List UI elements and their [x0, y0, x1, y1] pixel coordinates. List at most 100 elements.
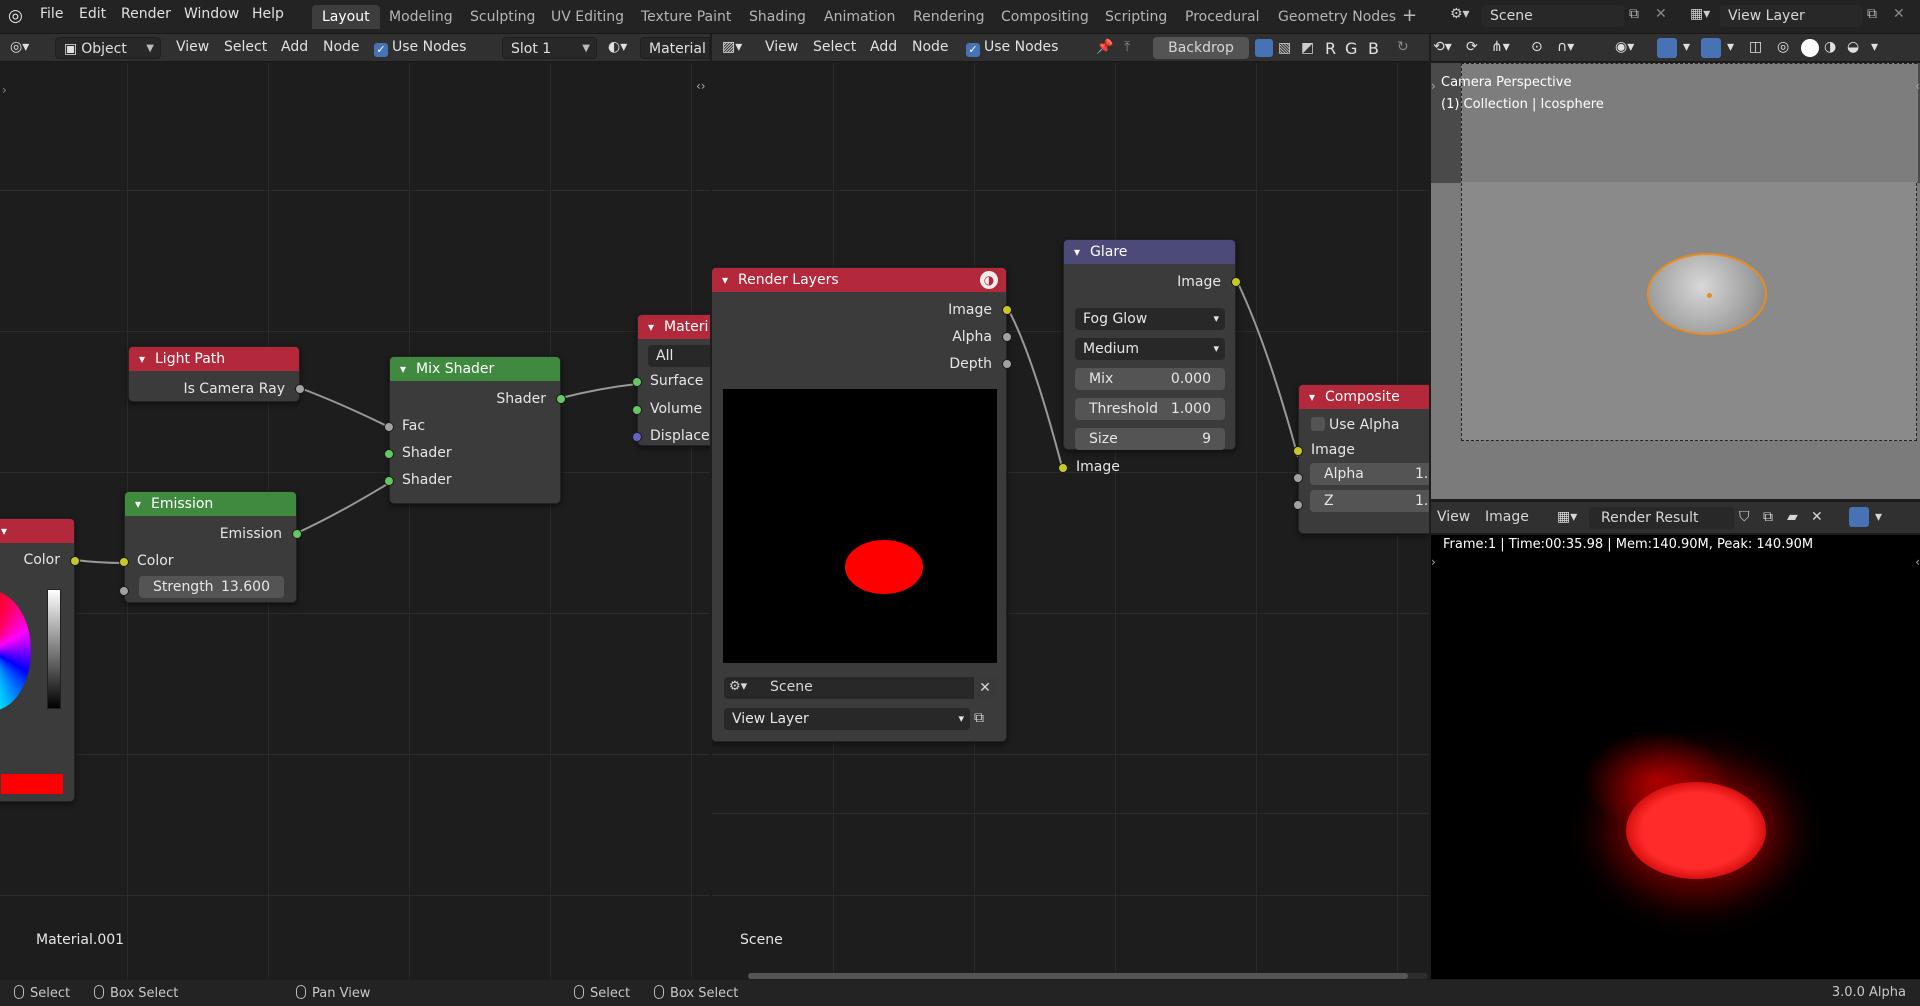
- node-header[interactable]: Emission: [125, 492, 296, 516]
- fake-user-icon[interactable]: ⛉: [1739, 509, 1750, 525]
- use-alpha-checkbox[interactable]: Use Alpha: [1311, 417, 1399, 433]
- node-header[interactable]: Light Path: [129, 347, 299, 371]
- use-nodes-checkbox[interactable]: ✓ Use Nodes: [374, 39, 466, 57]
- editor-type-icon[interactable]: ◎▾: [10, 39, 29, 55]
- color-socket[interactable]: [119, 557, 129, 567]
- menu-edit[interactable]: Edit: [79, 6, 106, 22]
- wireframe-shading-icon[interactable]: ◎: [1777, 39, 1789, 55]
- tab-compositing[interactable]: Compositing: [991, 5, 1099, 29]
- mix-field[interactable]: Mix 0.000: [1075, 368, 1225, 390]
- material-shading-icon[interactable]: ◑: [1824, 39, 1836, 55]
- glare-node[interactable]: Glare Image Fog Glow▾ Medium▾ Mix0.000 T…: [1058, 239, 1241, 475]
- composite-node[interactable]: Composite Use Alpha Image Alpha1.0 Z1.0: [1293, 384, 1429, 534]
- input-socket[interactable]: [1293, 473, 1303, 483]
- menu-image[interactable]: Image: [1485, 509, 1529, 525]
- new-view-layer-icon[interactable]: ⧉: [974, 710, 984, 726]
- sidebar-toggle-icon[interactable]: ‹: [1915, 555, 1920, 569]
- render-result-view[interactable]: Frame:1 | Time:00:35.98 | Mem:140.90M, P…: [1431, 535, 1920, 979]
- material-field[interactable]: Material: [640, 37, 710, 59]
- render-layers-node[interactable]: Render Layers ◑ Image Alpha Depth ⚙▾ Sce…: [712, 267, 1012, 742]
- 3d-viewport[interactable]: Camera Perspective (1) Collection | Icos…: [1431, 63, 1920, 499]
- node-header[interactable]: [0, 519, 74, 543]
- sidebar-toggle-icon[interactable]: ‹: [1915, 79, 1920, 93]
- view-layer-dropdown[interactable]: View Layer ▾: [724, 708, 970, 730]
- new-view-layer-icon[interactable]: ⧉: [1867, 6, 1877, 22]
- menu-view[interactable]: View: [176, 39, 209, 55]
- slot-dropdown[interactable]: Slot 1 ▼: [502, 37, 597, 59]
- size-field[interactable]: Size 9: [1075, 428, 1225, 450]
- parent-icon[interactable]: ⤒: [1124, 39, 1130, 55]
- close-icon[interactable]: ✕: [974, 677, 996, 699]
- xray-icon[interactable]: ◫: [1749, 39, 1762, 55]
- compositor-editor[interactable]: Render Layers ◑ Image Alpha Depth ⚙▾ Sce…: [712, 63, 1429, 979]
- editor-type-icon[interactable]: ⟲▾: [1433, 39, 1452, 55]
- menu-select[interactable]: Select: [813, 39, 856, 55]
- menu-add[interactable]: Add: [281, 39, 308, 55]
- menu-window[interactable]: Window: [184, 6, 239, 22]
- node-header[interactable]: Composite: [1299, 385, 1429, 409]
- overlay-icon[interactable]: [1849, 507, 1869, 527]
- strength-field[interactable]: Strength 13.600: [139, 576, 284, 598]
- output-socket[interactable]: [295, 384, 305, 394]
- value-slider[interactable]: [47, 589, 61, 709]
- tab-uv-editing[interactable]: UV Editing: [541, 5, 634, 29]
- tab-texture-paint[interactable]: Texture Paint: [631, 5, 741, 29]
- tab-shading[interactable]: Shading: [739, 5, 816, 29]
- menu-view[interactable]: View: [1437, 509, 1470, 525]
- input-socket[interactable]: [632, 432, 642, 442]
- material-output-node[interactable]: Materi All Surface Volume Displace: [632, 314, 710, 446]
- input-socket[interactable]: [384, 422, 394, 432]
- output-socket[interactable]: [70, 556, 80, 566]
- render-icon[interactable]: ◑: [980, 271, 998, 289]
- shader-editor[interactable]: › ‹› Light Path Is Camera Ray Mix Shader…: [0, 63, 710, 979]
- channel-rgb-icon[interactable]: [1255, 39, 1273, 57]
- rgb-color-node[interactable]: Color: [0, 518, 80, 802]
- channel-alpha-icon[interactable]: ▧: [1278, 40, 1291, 56]
- view-layer-icon[interactable]: ▦▾: [1690, 6, 1710, 22]
- view-layer-field[interactable]: View Layer: [1720, 5, 1862, 27]
- close-icon[interactable]: ✕: [1811, 509, 1823, 525]
- icosphere-object[interactable]: [1647, 253, 1767, 335]
- node-header[interactable]: Render Layers: [712, 268, 1006, 292]
- open-image-icon[interactable]: ▰: [1787, 509, 1798, 525]
- color-wheel[interactable]: [0, 591, 31, 711]
- menu-node[interactable]: Node: [912, 39, 949, 55]
- snap-icon[interactable]: ⋔▾: [1491, 39, 1510, 55]
- falloff-icon[interactable]: ∩▾: [1557, 39, 1574, 55]
- glare-quality-dropdown[interactable]: Medium ▾: [1075, 338, 1225, 360]
- rendered-shading-icon[interactable]: ◒: [1847, 39, 1859, 55]
- target-dropdown[interactable]: All: [648, 345, 710, 367]
- glare-type-dropdown[interactable]: Fog Glow ▾: [1075, 308, 1225, 330]
- output-socket[interactable]: [1231, 277, 1241, 287]
- image-browse-icon[interactable]: ▦▾: [1557, 509, 1577, 525]
- new-scene-icon[interactable]: ⧉: [1629, 6, 1639, 22]
- input-socket[interactable]: [384, 476, 394, 486]
- blender-logo-icon[interactable]: ◎: [8, 6, 23, 26]
- output-socket[interactable]: [1002, 359, 1012, 369]
- expand-icon[interactable]: ›: [1431, 555, 1436, 569]
- color-swatch[interactable]: [1, 774, 63, 794]
- input-socket[interactable]: [1293, 446, 1303, 456]
- chevron-down-icon[interactable]: ▾: [1875, 509, 1882, 525]
- threshold-field[interactable]: Threshold 1.000: [1075, 398, 1225, 420]
- tab-procedural[interactable]: Procedural: [1175, 5, 1270, 29]
- scrollbar-thumb[interactable]: [748, 973, 1408, 979]
- tab-rendering[interactable]: Rendering: [903, 5, 995, 29]
- output-socket[interactable]: [292, 529, 302, 539]
- input-socket[interactable]: [1058, 463, 1068, 473]
- proportional-icon[interactable]: ⊙: [1531, 39, 1543, 55]
- channel-b-button[interactable]: B: [1368, 39, 1379, 58]
- visibility-icon[interactable]: ◉▾: [1615, 39, 1634, 55]
- tab-animation[interactable]: Animation: [814, 5, 905, 29]
- output-socket[interactable]: [556, 394, 566, 404]
- overlay-icon[interactable]: [1701, 38, 1721, 58]
- menu-view[interactable]: View: [765, 39, 798, 55]
- gizmo-icon[interactable]: [1657, 38, 1677, 58]
- emission-node[interactable]: Emission Emission Color Strength 13.600: [119, 491, 302, 603]
- close-icon[interactable]: ✕: [1655, 6, 1667, 22]
- menu-render[interactable]: Render: [121, 6, 171, 22]
- image-name-field[interactable]: Render Result: [1589, 507, 1734, 529]
- scene-icon[interactable]: ⚙▾: [1450, 6, 1470, 22]
- new-image-icon[interactable]: ⧉: [1763, 509, 1773, 525]
- menu-file[interactable]: File: [40, 6, 63, 22]
